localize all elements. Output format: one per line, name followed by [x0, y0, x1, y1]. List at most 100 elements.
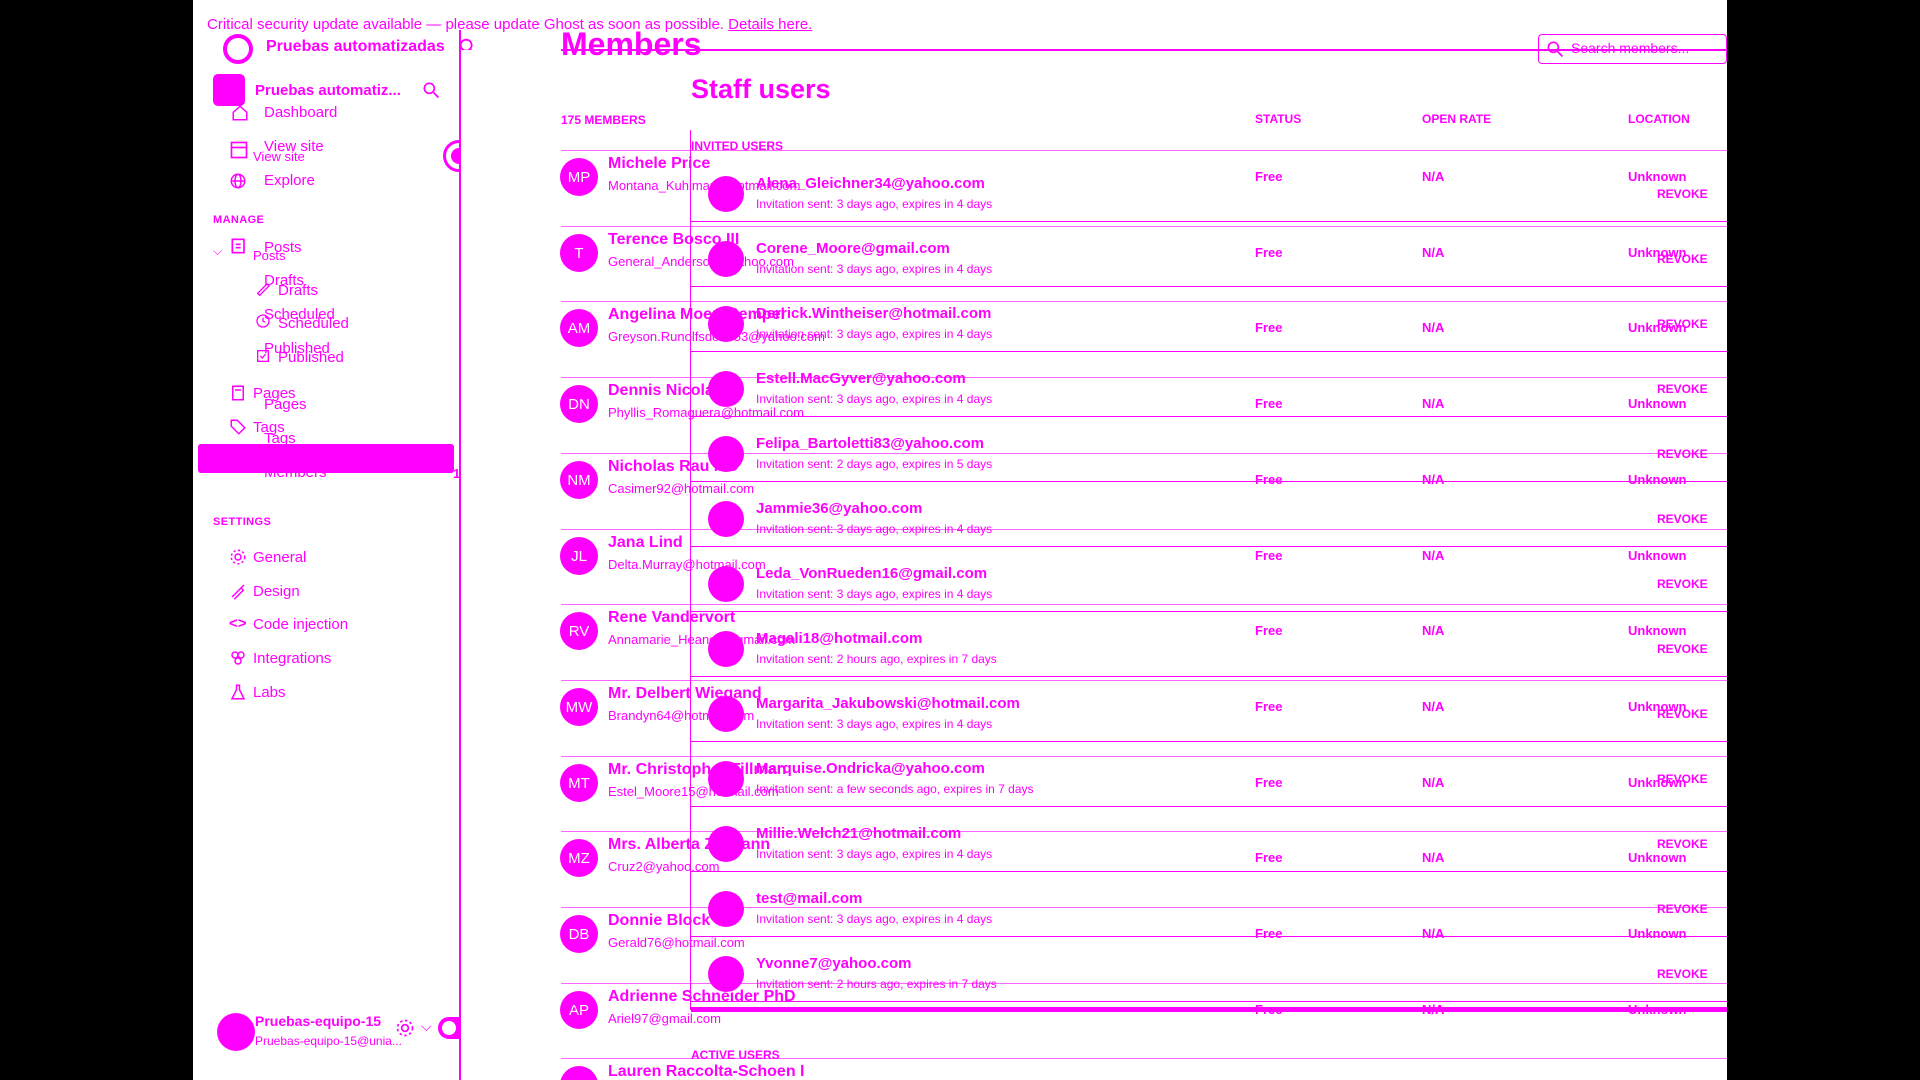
revoke-button[interactable]: REVOKE	[1657, 837, 1708, 851]
open-rate-column-header[interactable]: OPEN RATE	[1422, 112, 1491, 126]
nav-code-injection[interactable]: Code injection	[253, 616, 348, 633]
banner-details-link[interactable]: Details here.	[728, 16, 812, 33]
nav-design[interactable]: Design	[253, 583, 300, 600]
invitation-status: Invitation sent: 3 days ago, expires in …	[756, 392, 993, 406]
home-icon	[231, 104, 249, 122]
security-banner: Critical security update available — ple…	[207, 16, 812, 33]
revoke-button[interactable]: REVOKE	[1657, 252, 1708, 266]
revoke-button[interactable]: REVOKE	[1657, 187, 1708, 201]
gear-icon[interactable]	[395, 1018, 415, 1038]
invited-email[interactable]: Millie.Welch21@hotmail.com	[756, 825, 961, 842]
invited-email[interactable]: Felipa_Bartoletti83@yahoo.com	[756, 435, 984, 452]
revoke-button[interactable]: REVOKE	[1657, 967, 1708, 981]
invitation-status: Invitation sent: 2 hours ago, expires in…	[756, 652, 997, 666]
chevron-down-icon[interactable]: ⌵	[213, 244, 222, 259]
user-email: Pruebas-equipo-15@unia...	[255, 1034, 402, 1048]
avatar: NM	[560, 461, 598, 499]
location-column-header[interactable]: LOCATION	[1628, 112, 1690, 126]
invited-email[interactable]: Corene_Moore@gmail.com	[756, 240, 950, 257]
avatar	[708, 891, 744, 927]
member-status: Free	[1255, 623, 1283, 638]
avatar: JL	[560, 537, 598, 575]
published-icon	[255, 348, 271, 364]
avatar	[708, 696, 744, 732]
member-location: Unknown	[1628, 850, 1687, 865]
avatar: MP	[560, 158, 598, 196]
invited-email[interactable]: Margarita_Jakubowski@hotmail.com	[756, 695, 1020, 712]
flask-icon	[229, 683, 247, 701]
nav-pages-shadow: Pages	[264, 396, 307, 413]
list-item	[691, 546, 1727, 547]
member-open-rate: N/A	[1422, 548, 1445, 563]
avatar	[708, 241, 744, 277]
invited-email[interactable]: Jammie36@yahoo.com	[756, 500, 922, 517]
invited-email[interactable]: Derrick.Wintheiser@hotmail.com	[756, 305, 991, 322]
revoke-button[interactable]: REVOKE	[1657, 382, 1708, 396]
avatar: AP	[560, 991, 598, 1029]
member-status: Free	[1255, 699, 1283, 714]
member-email: Gerald76@hotmail.com	[608, 935, 745, 950]
table-row[interactable]	[561, 756, 1727, 757]
invited-email[interactable]: Estell.MacGyver@yahoo.com	[756, 370, 966, 387]
nav-explore[interactable]: Explore	[264, 172, 315, 189]
invitation-status: Invitation sent: 2 hours ago, expires in…	[756, 977, 997, 991]
globe-icon	[229, 172, 247, 190]
table-row[interactable]	[561, 680, 1727, 681]
member-open-rate: N/A	[1422, 699, 1445, 714]
member-open-rate: N/A	[1422, 472, 1445, 487]
invited-email[interactable]: test@mail.com	[756, 890, 862, 907]
nav-published-shadow: Published	[278, 349, 344, 366]
member-location: Unknown	[1628, 548, 1687, 563]
invited-email[interactable]: Magali18@hotmail.com	[756, 630, 922, 647]
member-status: Free	[1255, 396, 1283, 411]
site-name-short[interactable]: Pruebas automatiz...	[255, 82, 401, 99]
revoke-button[interactable]: REVOKE	[1657, 902, 1708, 916]
invitation-status: Invitation sent: 3 days ago, expires in …	[756, 327, 993, 341]
revoke-button[interactable]: REVOKE	[1657, 707, 1708, 721]
avatar	[708, 761, 744, 797]
invitation-status: Invitation sent: 3 days ago, expires in …	[756, 912, 993, 926]
list-item	[691, 936, 1727, 937]
revoke-button[interactable]: REVOKE	[1657, 512, 1708, 526]
app-screen: Critical security update available — ple…	[193, 0, 1727, 1080]
avatar: RV	[560, 612, 598, 650]
list-item	[691, 351, 1727, 352]
user-name[interactable]: Pruebas-equipo-15	[255, 1013, 381, 1029]
member-status: Free	[1255, 775, 1283, 790]
member-location: Unknown	[1628, 396, 1687, 411]
member-name[interactable]: Michele Price	[608, 155, 710, 173]
member-name[interactable]: Jana Lind	[608, 534, 683, 552]
member-name[interactable]: Dennis Nicolas	[608, 382, 723, 400]
member-email: Delta.Murray@hotmail.com	[608, 557, 766, 572]
nav-dashboard[interactable]: Dashboard	[264, 104, 337, 121]
member-open-rate: N/A	[1422, 850, 1445, 865]
avatar: MT	[560, 764, 598, 802]
site-name[interactable]: Pruebas automatizadas	[266, 38, 445, 56]
member-name[interactable]: Lauren Raccolta-Schoen I	[608, 1063, 805, 1080]
table-row[interactable]	[561, 226, 1727, 227]
revoke-button[interactable]: REVOKE	[1657, 447, 1708, 461]
nav-members[interactable]: Members	[264, 464, 327, 481]
avatar[interactable]	[217, 1013, 255, 1051]
status-column-header[interactable]: STATUS	[1255, 112, 1301, 126]
invited-email[interactable]: Leda_VonRueden16@gmail.com	[756, 565, 987, 582]
revoke-button[interactable]: REVOKE	[1657, 772, 1708, 786]
search-icon[interactable]	[421, 80, 441, 100]
table-row[interactable]	[561, 301, 1727, 302]
member-name[interactable]: Donnie Block	[608, 912, 710, 930]
table-row[interactable]	[561, 604, 1727, 605]
pages-icon	[229, 384, 247, 402]
revoke-button[interactable]: REVOKE	[1657, 317, 1708, 331]
avatar	[708, 501, 744, 537]
nav-general[interactable]: General	[253, 549, 306, 566]
revoke-button[interactable]: REVOKE	[1657, 642, 1708, 656]
revoke-button[interactable]: REVOKE	[1657, 577, 1708, 591]
invited-email[interactable]: Marquise.Ondricka@yahoo.com	[756, 760, 985, 777]
list-item	[691, 286, 1727, 287]
avatar: DN	[560, 385, 598, 423]
nav-integrations[interactable]: Integrations	[253, 650, 331, 667]
chevron-down-icon[interactable]: ⌵	[421, 1018, 432, 1035]
invited-email[interactable]: Alena_Gleichner34@yahoo.com	[756, 175, 985, 192]
nav-labs[interactable]: Labs	[253, 684, 286, 701]
invited-email[interactable]: Yvonne7@yahoo.com	[756, 955, 912, 972]
